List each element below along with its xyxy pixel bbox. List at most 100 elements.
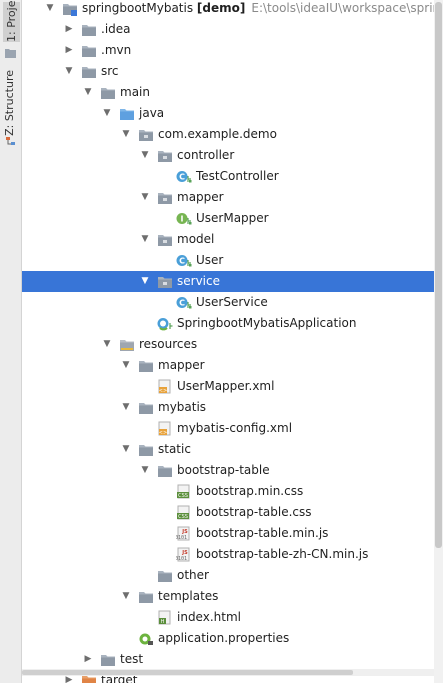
horizontal-scrollbar[interactable] xyxy=(22,669,434,676)
tree-row-label: .idea xyxy=(101,19,131,40)
source-folder-icon xyxy=(120,109,134,120)
tree-row[interactable]: ▼ main xyxy=(22,82,434,103)
js-file-icon: JS0101 xyxy=(176,547,190,562)
tree-row[interactable]: ▼ mapper xyxy=(22,187,434,208)
tree-row[interactable]: <> UserMapper.xml xyxy=(22,376,434,397)
folder-icon xyxy=(139,403,153,414)
structure-tab[interactable]: Z: Structure xyxy=(3,70,16,136)
tool-window-strip: 1: Project Z: Structure xyxy=(0,0,22,683)
tree-row[interactable]: ▼ templates xyxy=(22,586,434,607)
xml-file-icon: <> xyxy=(158,421,171,436)
chevron-down-icon[interactable]: ▼ xyxy=(139,229,151,250)
css-file-icon: CSS xyxy=(177,505,190,520)
folder-icon xyxy=(139,361,153,372)
project-tree[interactable]: ▼ springbootMybatis [demo] E:\tools\ideaIU… xyxy=(22,0,434,683)
tree-row[interactable]: ▼ mapper xyxy=(22,355,434,376)
tree-row-label: UserService xyxy=(196,292,268,313)
tree-row-label: com.example.demo xyxy=(158,124,277,145)
chevron-down-icon[interactable]: ▼ xyxy=(101,334,113,355)
chevron-right-icon[interactable]: ▶ xyxy=(63,40,75,61)
tree-row-label: User xyxy=(196,250,223,271)
tree-row[interactable]: C UserService xyxy=(22,292,434,313)
package-icon xyxy=(158,151,172,162)
tree-row-label: TestController xyxy=(196,166,279,187)
tree-row-text: model xyxy=(177,232,215,246)
tree-row[interactable]: ▼ java xyxy=(22,103,434,124)
tree-row[interactable]: other xyxy=(22,565,434,586)
tree-row-label: bootstrap-table.css xyxy=(196,502,312,523)
class-icon: C xyxy=(176,255,192,267)
tree-row-text: mybatis xyxy=(158,400,207,414)
chevron-down-icon[interactable]: ▼ xyxy=(139,187,151,208)
project-tab[interactable]: 1: Project xyxy=(3,0,20,42)
vertical-scrollbar[interactable] xyxy=(434,0,443,683)
tree-row[interactable]: Hindex.html xyxy=(22,607,434,628)
tree-row[interactable]: ▼ bootstrap-table xyxy=(22,460,434,481)
chevron-down-icon[interactable]: ▼ xyxy=(139,460,151,481)
chevron-down-icon[interactable]: ▼ xyxy=(101,103,113,124)
tree-row[interactable]: CSS bootstrap.min.css xyxy=(22,481,434,502)
tree-row[interactable]: CSS bootstrap-table.css xyxy=(22,502,434,523)
tree-row[interactable]: JS 0101 bootstrap-table-zh-CN.min.js xyxy=(22,544,434,565)
chevron-down-icon[interactable]: ▼ xyxy=(139,145,151,166)
chevron-down-icon[interactable]: ▼ xyxy=(82,82,94,103)
tree-row[interactable]: I UserMapper xyxy=(22,208,434,229)
tree-row[interactable]: ▼ static xyxy=(22,439,434,460)
tree-row[interactable]: C TestController xyxy=(22,166,434,187)
tree-row-text: UserMapper.xml xyxy=(177,379,275,393)
chevron-down-icon[interactable]: ▼ xyxy=(120,586,132,607)
tree-row-label: controller xyxy=(177,145,234,166)
svg-text:CSS: CSS xyxy=(178,514,188,520)
tree-row-label: static xyxy=(158,439,191,460)
tree-row-label: resources xyxy=(139,334,197,355)
tree-row[interactable]: SpringbootMybatisApplication xyxy=(22,313,434,334)
tree-row[interactable]: ▼ springbootMybatis [demo] E:\tools\ideaIU… xyxy=(22,0,434,19)
tree-row[interactable]: JS 0101 bootstrap-table.min.js xyxy=(22,523,434,544)
vertical-scroll-thumb[interactable] xyxy=(435,2,442,548)
tree-row-label: springbootMybatis [demo] E:\tools\ideaIU\… xyxy=(82,0,434,19)
horizontal-scroll-thumb[interactable] xyxy=(22,670,353,675)
chevron-down-icon[interactable]: ▼ xyxy=(120,124,132,145)
tree-row[interactable]: ▼ model xyxy=(22,229,434,250)
svg-text:0101: 0101 xyxy=(176,556,187,562)
tree-row[interactable]: ▶ .mvn xyxy=(22,40,434,61)
chevron-down-icon[interactable]: ▼ xyxy=(120,439,132,460)
tree-row[interactable]: ▶ test xyxy=(22,649,434,670)
tree-row-text: other xyxy=(177,568,209,582)
tree-row-text: bootstrap-table-zh-CN.min.js xyxy=(196,547,369,561)
tree-row[interactable]: ▼ mybatis xyxy=(22,397,434,418)
tree-row-text: application.properties xyxy=(158,631,290,645)
tree-row[interactable]: <> mybatis-config.xml xyxy=(22,418,434,439)
svg-text:<>: <> xyxy=(159,388,167,394)
tree-row-label: templates xyxy=(158,586,218,607)
package-icon xyxy=(158,235,172,246)
module-path: E:\tools\ideaIU\workspace\springboot xyxy=(251,1,434,15)
chevron-right-icon[interactable]: ▶ xyxy=(82,649,94,670)
folder-icon xyxy=(158,571,172,582)
tree-row[interactable]: ▼ service xyxy=(22,271,434,292)
tree-row-label: main xyxy=(120,82,150,103)
tree-row-label: index.html xyxy=(177,607,241,628)
tree-row[interactable]: C User xyxy=(22,250,434,271)
tree-row[interactable]: ▼ src xyxy=(22,61,434,82)
tree-row[interactable]: ▼ controller xyxy=(22,145,434,166)
tree-row[interactable]: ▼ com.example.demo xyxy=(22,124,434,145)
tree-row[interactable]: ▶ .idea xyxy=(22,19,434,40)
chevron-down-icon[interactable]: ▼ xyxy=(120,397,132,418)
chevron-down-icon[interactable]: ▼ xyxy=(139,271,151,292)
chevron-down-icon[interactable]: ▼ xyxy=(63,61,75,82)
svg-text:H: H xyxy=(161,619,165,625)
chevron-right-icon[interactable]: ▶ xyxy=(63,19,75,40)
tree-row-text: User xyxy=(196,253,224,267)
tree-row[interactable]: ▼ resources xyxy=(22,334,434,355)
chevron-down-icon[interactable]: ▼ xyxy=(120,355,132,376)
folder-icon xyxy=(101,88,115,99)
tree-row-label: mapper xyxy=(177,187,224,208)
tree-row-label: mybatis xyxy=(158,397,206,418)
project-tab-label: 1: Project xyxy=(5,0,18,42)
tree-row-label: .mvn xyxy=(101,40,131,61)
tree-row-text: mapper xyxy=(177,190,224,204)
chevron-down-icon[interactable]: ▼ xyxy=(44,0,56,19)
tree-row[interactable]: application.properties xyxy=(22,628,434,649)
tree-row-label: bootstrap-table.min.js xyxy=(196,523,328,544)
